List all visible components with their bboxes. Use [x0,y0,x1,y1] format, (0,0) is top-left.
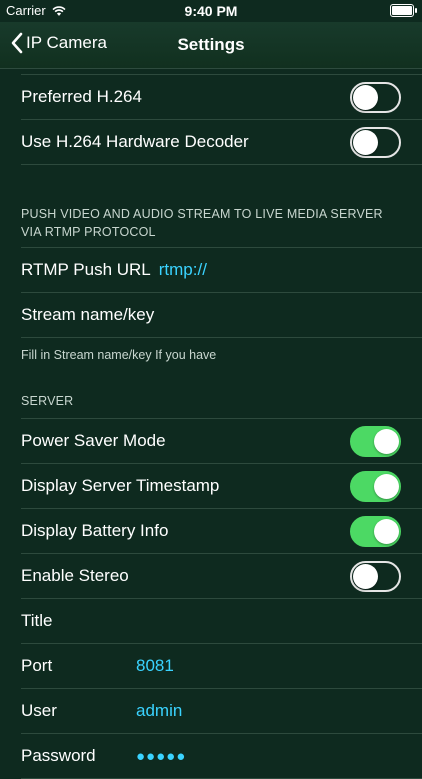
hw-decoder-row: Use H.264 Hardware Decoder [21,120,422,165]
port-label: Port [21,656,53,675]
port-field[interactable]: 8081 [136,656,174,676]
rtmp-section-header: PUSH VIDEO AND AUDIO STREAM TO LIVE MEDI… [21,207,383,239]
battery-icon [390,4,417,17]
title-row[interactable]: Title [21,599,422,644]
server-timestamp-toggle[interactable] [350,471,401,502]
power-saver-toggle[interactable] [350,426,401,457]
preferred-h264-row: Preferred H.264 [21,75,422,120]
power-saver-label: Power Saver Mode [21,431,166,450]
enable-stereo-row: Enable Stereo [21,554,422,599]
status-time: 9:40 PM [184,3,238,19]
settings-list: Preferred H.264 Use H.264 Hardware Decod… [0,70,422,779]
preferred-h264-label: Preferred H.264 [21,87,142,106]
port-row[interactable]: Port 8081 [21,644,422,689]
rtmp-push-url-field[interactable]: rtmp:// [159,260,207,280]
stream-key-label: Stream name/key [21,305,155,324]
rtmp-push-url-label: RTMP Push URL [21,260,151,279]
hw-decoder-label: Use H.264 Hardware Decoder [21,132,249,151]
user-field[interactable]: admin [136,701,182,721]
server-timestamp-row: Display Server Timestamp [21,464,422,509]
power-saver-row: Power Saver Mode [21,419,422,464]
server-section-header: SERVER [21,394,74,408]
battery-info-label: Display Battery Info [21,521,169,540]
battery-info-toggle[interactable] [350,516,401,547]
password-row[interactable]: Password ●●●●● [21,734,422,779]
password-label: Password [21,746,96,765]
page-title: Settings [177,35,245,54]
title-label: Title [21,611,53,630]
stream-key-row[interactable]: Stream name/key [21,293,422,338]
server-timestamp-label: Display Server Timestamp [21,476,220,495]
password-field[interactable]: ●●●●● [136,748,186,765]
status-bar: Carrier 9:40 PM [0,0,422,22]
user-label: User [21,701,57,720]
rtmp-push-url-row[interactable]: RTMP Push URL rtmp:// [21,248,422,293]
navigation-bar: IP Camera Settings [0,22,422,69]
enable-stereo-toggle[interactable] [350,561,401,592]
preferred-h264-toggle[interactable] [350,82,401,113]
hw-decoder-toggle[interactable] [350,127,401,158]
enable-stereo-label: Enable Stereo [21,566,129,585]
battery-info-row: Display Battery Info [21,509,422,554]
rtmp-section-footer: Fill in Stream name/key If you have [21,348,217,362]
user-row[interactable]: User admin [21,689,422,734]
